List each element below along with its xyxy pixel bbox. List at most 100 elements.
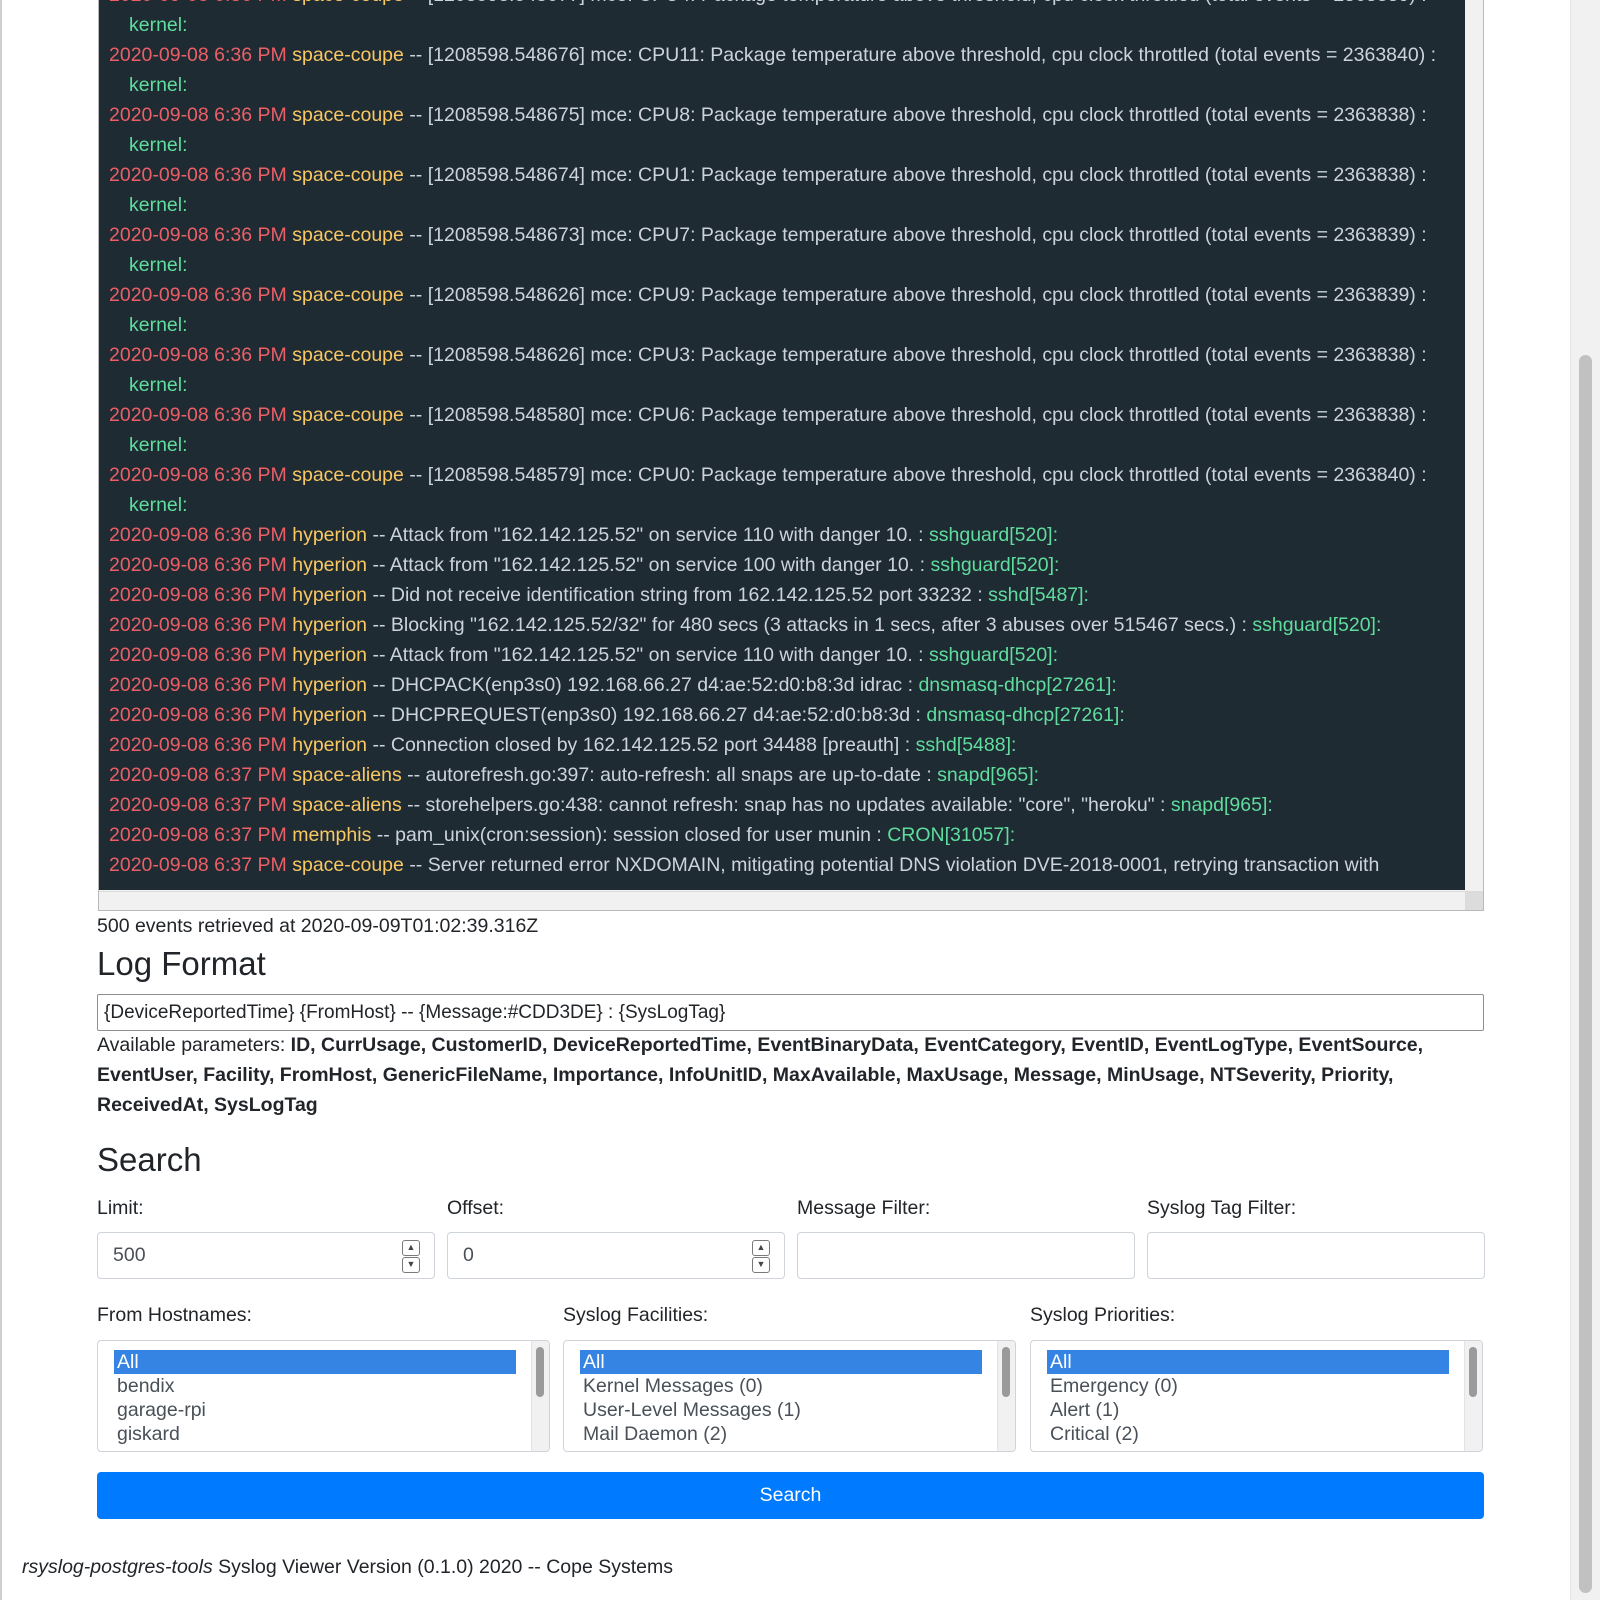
log-timestamp: 2020-09-08 6:37 PM: [109, 794, 287, 816]
log-host: space-coupe: [292, 344, 404, 366]
log-syslog-tag: kernel:: [129, 254, 188, 276]
offset-input[interactable]: 0 ▲ ▼: [447, 1232, 785, 1279]
hostname-option[interactable]: garage-rpi: [114, 1398, 516, 1422]
log-host: space-coupe: [292, 0, 404, 6]
stepper-up-icon[interactable]: ▲: [752, 1240, 770, 1256]
log-timestamp: 2020-09-08 6:36 PM: [109, 0, 287, 6]
facility-option[interactable]: Kernel Messages (0): [580, 1374, 982, 1398]
log-syslog-tag: kernel:: [129, 434, 188, 456]
hostname-option[interactable]: bendix: [114, 1374, 516, 1398]
log-message: -- [1208598.548674] mce: CPU1: Package t…: [409, 164, 1427, 186]
available-parameters-list: ID, CurrUsage, CustomerID, DeviceReporte…: [97, 1034, 1424, 1116]
log-syslog-tag: snapd[965]:: [937, 764, 1040, 786]
scroll-thumb[interactable]: [536, 1347, 544, 1397]
log-format-input[interactable]: [97, 994, 1484, 1031]
offset-label: Offset:: [447, 1197, 505, 1219]
log-timestamp: 2020-09-08 6:36 PM: [109, 704, 287, 726]
log-syslog-tag: dnsmasq-dhcp[27261]:: [918, 674, 1117, 696]
log-timestamp: 2020-09-08 6:36 PM: [109, 644, 287, 666]
log-syslog-tag: sshd[5487]:: [988, 584, 1089, 606]
priority-option[interactable]: All: [1047, 1350, 1449, 1374]
priority-option[interactable]: Alert (1): [1047, 1398, 1449, 1422]
log-message: -- Blocking "162.142.125.52/32" for 480 …: [372, 614, 1247, 636]
log-syslog-tag: kernel:: [129, 314, 188, 336]
log-line: 2020-09-08 6:36 PM space-coupe -- [12085…: [109, 100, 1461, 160]
limit-value: 500: [113, 1244, 146, 1266]
limit-label: Limit:: [97, 1197, 144, 1219]
page-left-border: [0, 0, 2, 1600]
log-message: -- DHCPREQUEST(enp3s0) 192.168.66.27 d4:…: [372, 704, 921, 726]
limit-input[interactable]: 500 ▲ ▼: [97, 1232, 435, 1279]
log-viewer[interactable]: 2020-09-08 6:36 PM space-coupe -- [12085…: [98, 0, 1484, 911]
page-scrollbar[interactable]: [1570, 0, 1600, 1600]
search-button[interactable]: Search: [97, 1472, 1484, 1519]
log-syslog-tag: sshd[5488]:: [915, 734, 1017, 756]
log-message: -- Connection closed by 162.142.125.52 p…: [372, 734, 911, 756]
log-timestamp: 2020-09-08 6:37 PM: [109, 764, 287, 786]
stepper-up-icon[interactable]: ▲: [402, 1240, 420, 1256]
page-scroll-thumb[interactable]: [1579, 355, 1592, 1593]
facility-option[interactable]: Mail Daemon (2): [580, 1422, 982, 1446]
footer: rsyslog-postgres-tools Syslog Viewer Ver…: [22, 1556, 673, 1579]
log-line: 2020-09-08 6:36 PM hyperion -- DHCPREQUE…: [109, 700, 1461, 730]
footer-app-name: rsyslog-postgres-tools: [22, 1556, 213, 1578]
message-filter-input[interactable]: [797, 1232, 1135, 1279]
log-message: -- Attack from "162.142.125.52" on servi…: [372, 524, 924, 546]
log-timestamp: 2020-09-08 6:36 PM: [109, 44, 287, 66]
log-timestamp: 2020-09-08 6:36 PM: [109, 284, 287, 306]
log-line: 2020-09-08 6:36 PM hyperion -- DHCPACK(e…: [109, 670, 1461, 700]
priority-option[interactable]: Emergency (0): [1047, 1374, 1449, 1398]
hostname-option[interactable]: giskard: [114, 1422, 516, 1446]
facility-option[interactable]: All: [580, 1350, 982, 1374]
log-horizontal-scrollbar[interactable]: [99, 891, 1465, 910]
log-line: 2020-09-08 6:36 PM space-coupe -- [12085…: [109, 400, 1461, 460]
stepper-down-icon[interactable]: ▼: [752, 1257, 770, 1273]
hostname-option[interactable]: All: [114, 1350, 516, 1374]
log-line: 2020-09-08 6:37 PM space-aliens -- store…: [109, 790, 1461, 820]
log-message: -- [1208598.548626] mce: CPU3: Package t…: [409, 344, 1427, 366]
log-line: 2020-09-08 6:37 PM space-aliens -- autor…: [109, 760, 1461, 790]
log-message: -- Server returned error NXDOMAIN, mitig…: [409, 854, 1380, 876]
hostnames-label: From Hostnames:: [97, 1304, 252, 1326]
log-message: -- [1208598.548677] mce: CPU4: Package t…: [409, 0, 1426, 6]
offset-stepper[interactable]: ▲ ▼: [752, 1240, 770, 1273]
available-parameters-label: Available parameters:: [97, 1034, 286, 1056]
log-timestamp: 2020-09-08 6:36 PM: [109, 674, 287, 696]
hostnames-scrollbar[interactable]: [531, 1341, 549, 1451]
log-scroll-corner: [1465, 891, 1483, 910]
log-syslog-tag: sshguard[520]:: [929, 644, 1059, 666]
log-line: 2020-09-08 6:37 PM memphis -- pam_unix(c…: [109, 820, 1461, 850]
log-message: -- [1208598.548626] mce: CPU9: Package t…: [409, 284, 1427, 306]
log-message: -- pam_unix(cron:session): session close…: [376, 824, 882, 846]
stepper-down-icon[interactable]: ▼: [402, 1257, 420, 1273]
events-status: 500 events retrieved at 2020-09-09T01:02…: [97, 915, 539, 937]
log-timestamp: 2020-09-08 6:36 PM: [109, 104, 287, 126]
log-line: 2020-09-08 6:36 PM hyperion -- Connectio…: [109, 730, 1461, 760]
log-message: -- autorefresh.go:397: auto-refresh: all…: [407, 764, 932, 786]
log-timestamp: 2020-09-08 6:36 PM: [109, 344, 287, 366]
log-host: space-coupe: [292, 104, 404, 126]
facilities-scrollbar[interactable]: [997, 1341, 1015, 1451]
log-vertical-scrollbar[interactable]: [1465, 0, 1483, 890]
scroll-thumb[interactable]: [1002, 1347, 1010, 1397]
log-host: space-coupe: [292, 164, 404, 186]
scroll-thumb[interactable]: [1469, 1347, 1477, 1397]
priorities-label: Syslog Priorities:: [1030, 1304, 1176, 1326]
log-syslog-tag: kernel:: [129, 134, 188, 156]
log-syslog-tag: kernel:: [129, 194, 188, 216]
log-host: space-aliens: [292, 794, 402, 816]
log-message: -- [1208598.548673] mce: CPU7: Package t…: [409, 224, 1427, 246]
log-host: hyperion: [292, 524, 368, 546]
log-output: 2020-09-08 6:36 PM space-coupe -- [12085…: [99, 0, 1465, 890]
syslog-tag-filter-input[interactable]: [1147, 1232, 1485, 1279]
log-line: 2020-09-08 6:36 PM space-coupe -- [12085…: [109, 160, 1461, 220]
facility-option[interactable]: User-Level Messages (1): [580, 1398, 982, 1422]
priorities-scrollbar[interactable]: [1464, 1341, 1482, 1451]
search-heading: Search: [97, 1141, 202, 1178]
limit-stepper[interactable]: ▲ ▼: [402, 1240, 420, 1273]
priority-option[interactable]: Critical (2): [1047, 1422, 1449, 1446]
log-timestamp: 2020-09-08 6:36 PM: [109, 224, 287, 246]
hostnames-select[interactable]: All bendix garage-rpi giskard: [97, 1340, 550, 1452]
priorities-select[interactable]: All Emergency (0) Alert (1) Critical (2): [1030, 1340, 1483, 1452]
facilities-select[interactable]: All Kernel Messages (0) User-Level Messa…: [563, 1340, 1016, 1452]
